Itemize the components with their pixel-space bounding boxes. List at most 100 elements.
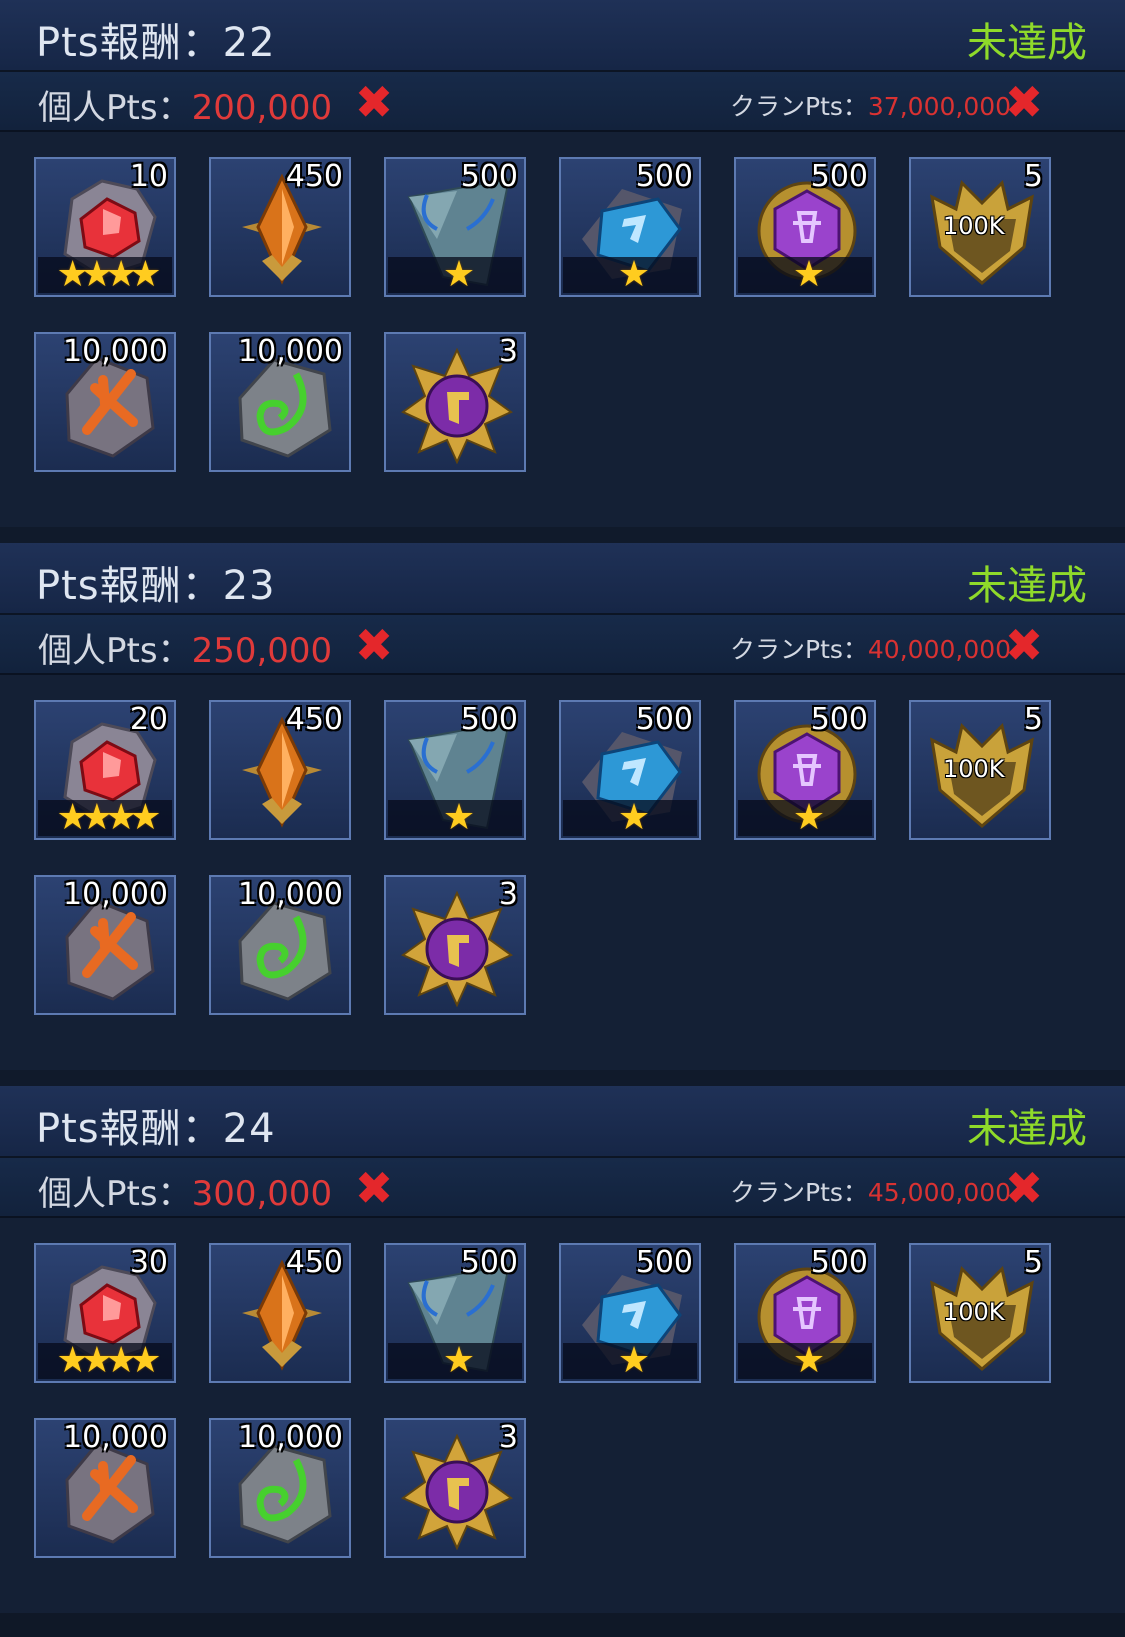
- reward-item-orange-crystal[interactable]: 450: [209, 700, 351, 840]
- reward-quantity: 10: [129, 159, 168, 194]
- reward-quantity: 3: [498, 877, 518, 912]
- star-rating: ★: [792, 1340, 825, 1381]
- reward-item-cyan-gem[interactable]: ★ 500: [559, 1243, 701, 1383]
- reward-quantity: 500: [460, 159, 518, 194]
- reward-item-purple-medal[interactable]: 3: [384, 332, 526, 472]
- reward-quantity: 450: [285, 159, 343, 194]
- star-rating: ★★★★: [56, 797, 161, 838]
- reward-item-green-rune[interactable]: 10,000: [209, 1418, 351, 1558]
- personal-x-icon: ✖: [354, 75, 394, 129]
- clan-pts-value: 45,000,000: [867, 1178, 1012, 1207]
- status-label: 未達成: [967, 1106, 1087, 1152]
- reward-item-blue-stone[interactable]: ★ 500: [384, 1243, 526, 1383]
- status-label: 未達成: [967, 563, 1087, 609]
- personal-pts: 個人Pts：200,000: [38, 80, 332, 129]
- reward-quantity: 450: [285, 1245, 343, 1280]
- reward-quantity: 10,000: [63, 877, 168, 912]
- clan-x-icon: ✖: [1004, 618, 1044, 672]
- reward-item-gold-crest[interactable]: 100K 5: [909, 157, 1051, 297]
- rewards-grid: ★★★★ 20 450 ★ 500 ★ 500 ★ 500 100K 5 10,000 10,000 3: [0, 675, 1125, 1070]
- reward-item-red-gem[interactable]: ★★★★ 20: [34, 700, 176, 840]
- reward-quantity: 500: [635, 702, 693, 737]
- reward-quantity: 500: [810, 1245, 868, 1280]
- reward-quantity: 3: [498, 1420, 518, 1455]
- star-rating: ★: [442, 254, 475, 295]
- section-header: Pts報酬：23 未達成: [0, 543, 1125, 615]
- badge-100k-label: 100K: [943, 212, 1005, 240]
- reward-quantity: 10,000: [238, 877, 343, 912]
- clan-pts-label: クランPts：: [730, 1178, 868, 1207]
- reward-quantity: 500: [810, 159, 868, 194]
- reward-quantity: 450: [285, 702, 343, 737]
- reward-item-orange-rune[interactable]: 10,000: [34, 332, 176, 472]
- section-title: Pts報酬：23: [36, 563, 276, 609]
- badge-100k-label: 100K: [943, 1298, 1005, 1326]
- section-header: Pts報酬：24 未達成: [0, 1086, 1125, 1158]
- personal-pts-value: 300,000: [191, 1174, 333, 1214]
- clan-pts-value: 37,000,000: [867, 92, 1012, 121]
- clan-pts: クランPts：37,000,000: [730, 87, 1011, 123]
- section-title: Pts報酬：24: [36, 1106, 276, 1152]
- reward-quantity: 10,000: [238, 1420, 343, 1455]
- star-rating: ★: [617, 254, 650, 295]
- reward-quantity: 10,000: [63, 334, 168, 369]
- reward-item-purple-coin[interactable]: ★ 500: [734, 700, 876, 840]
- reward-quantity: 500: [460, 1245, 518, 1280]
- star-rating: ★: [442, 797, 475, 838]
- reward-item-purple-coin[interactable]: ★ 500: [734, 1243, 876, 1383]
- section-header: Pts報酬：22 未達成: [0, 0, 1125, 72]
- reward-item-purple-medal[interactable]: 3: [384, 875, 526, 1015]
- reward-item-orange-rune[interactable]: 10,000: [34, 1418, 176, 1558]
- reward-item-green-rune[interactable]: 10,000: [209, 875, 351, 1015]
- reward-item-orange-rune[interactable]: 10,000: [34, 875, 176, 1015]
- status-label: 未達成: [967, 20, 1087, 66]
- rewards-grid: ★★★★ 30 450 ★ 500 ★ 500 ★ 500 100K 5 10,000 10,000 3: [0, 1218, 1125, 1613]
- rewards-grid: ★★★★ 10 450 ★ 500 ★ 500 ★ 500 100K 5 10,000 10,000 3: [0, 132, 1125, 527]
- reward-item-red-gem[interactable]: ★★★★ 30: [34, 1243, 176, 1383]
- points-requirement-bar: 個人Pts：300,000 ✖ クランPts：45,000,000 ✖: [0, 1158, 1125, 1218]
- star-rating: ★: [792, 254, 825, 295]
- reward-item-gold-crest[interactable]: 100K 5: [909, 700, 1051, 840]
- reward-quantity: 5: [1023, 702, 1043, 737]
- reward-quantity: 20: [129, 702, 168, 737]
- clan-pts-value: 40,000,000: [867, 635, 1012, 664]
- clan-pts-label: クランPts：: [730, 635, 868, 664]
- star-rating: ★: [617, 1340, 650, 1381]
- reward-item-cyan-gem[interactable]: ★ 500: [559, 157, 701, 297]
- reward-item-purple-medal[interactable]: 3: [384, 1418, 526, 1558]
- reward-quantity: 500: [635, 1245, 693, 1280]
- personal-pts: 個人Pts：250,000: [38, 623, 332, 672]
- reward-item-orange-crystal[interactable]: 450: [209, 1243, 351, 1383]
- star-rating: ★★★★: [56, 254, 161, 295]
- star-rating: ★: [617, 797, 650, 838]
- clan-x-icon: ✖: [1004, 75, 1044, 129]
- points-requirement-bar: 個人Pts：200,000 ✖ クランPts：37,000,000 ✖: [0, 72, 1125, 132]
- points-requirement-bar: 個人Pts：250,000 ✖ クランPts：40,000,000 ✖: [0, 615, 1125, 675]
- reward-item-blue-stone[interactable]: ★ 500: [384, 700, 526, 840]
- reward-item-orange-crystal[interactable]: 450: [209, 157, 351, 297]
- personal-pts-label: 個人Pts：: [38, 88, 192, 128]
- reward-item-purple-coin[interactable]: ★ 500: [734, 157, 876, 297]
- personal-pts-value: 250,000: [191, 631, 333, 671]
- reward-item-red-gem[interactable]: ★★★★ 10: [34, 157, 176, 297]
- reward-quantity: 500: [635, 159, 693, 194]
- reward-item-green-rune[interactable]: 10,000: [209, 332, 351, 472]
- reward-quantity: 30: [129, 1245, 168, 1280]
- reward-item-blue-stone[interactable]: ★ 500: [384, 157, 526, 297]
- reward-section-2: Pts報酬：23 未達成 個人Pts：250,000 ✖ クランPts：40,0…: [0, 543, 1125, 1073]
- clan-x-icon: ✖: [1004, 1161, 1044, 1215]
- reward-item-cyan-gem[interactable]: ★ 500: [559, 700, 701, 840]
- personal-x-icon: ✖: [354, 618, 394, 672]
- star-rating: ★: [792, 797, 825, 838]
- reward-quantity: 5: [1023, 159, 1043, 194]
- reward-quantity: 5: [1023, 1245, 1043, 1280]
- clan-pts-label: クランPts：: [730, 92, 868, 121]
- personal-pts-label: 個人Pts：: [38, 1174, 192, 1214]
- badge-100k-label: 100K: [943, 755, 1005, 783]
- section-title: Pts報酬：22: [36, 20, 276, 66]
- clan-pts: クランPts：40,000,000: [730, 630, 1011, 666]
- personal-x-icon: ✖: [354, 1161, 394, 1215]
- reward-quantity: 3: [498, 334, 518, 369]
- star-rating: ★: [442, 1340, 475, 1381]
- reward-item-gold-crest[interactable]: 100K 5: [909, 1243, 1051, 1383]
